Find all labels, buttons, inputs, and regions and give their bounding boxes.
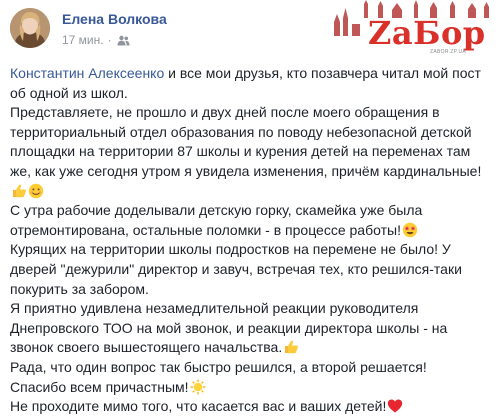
- paragraph-text: Не проходите мимо того, что касается вас…: [10, 398, 387, 415]
- post-paragraph: Представляете, не прошло и двух дней пос…: [10, 103, 490, 201]
- post-paragraph: Константин Алексеенко и все мои друзья, …: [10, 64, 490, 103]
- author-name[interactable]: Елена Волкова: [62, 11, 167, 27]
- paragraph-text: Курящих на территории школы подростков н…: [10, 241, 462, 297]
- paragraph-text: Представляете, не прошло и двух дней пос…: [10, 104, 482, 179]
- logo-subtext: ZABOR.ZP.UA: [430, 49, 466, 55]
- smiling-face-emoji: [28, 183, 44, 198]
- post-paragraph: Спасибо всем причастным!: [10, 378, 490, 398]
- post-paragraph: Я приятно удивлена незамедлительной реак…: [10, 299, 490, 358]
- post-paragraph: Курящих на территории школы подростков н…: [10, 240, 490, 299]
- logo-text: ZaБор: [368, 14, 486, 52]
- meta-separator: ·: [107, 33, 112, 47]
- post-paragraph: С утра рабочие доделывали детскую горку,…: [10, 201, 490, 240]
- post-body: Константин Алексеенко и все мои друзья, …: [10, 64, 490, 417]
- post-timestamp[interactable]: 17 мин.: [62, 33, 104, 47]
- facebook-post: Елена Волкова 17 мин. · ZaБор ZABOR.ZP.U…: [0, 0, 496, 418]
- post-paragraph: Рада, что один вопрос так быстро решился…: [10, 358, 490, 378]
- post-paragraph: Не проходите мимо того, что касается вас…: [10, 397, 490, 417]
- red-heart-emoji: [388, 399, 403, 413]
- paragraph-text: С утра рабочие доделывали детскую горку,…: [10, 202, 423, 238]
- paragraph-text: Я приятно удивлена незамедлительной реак…: [10, 300, 448, 356]
- mention-link[interactable]: Константин Алексеенко: [10, 65, 164, 81]
- paragraph-text: Спасибо всем причастным!: [10, 378, 189, 395]
- friends-icon[interactable]: [117, 35, 130, 46]
- thumbs-up-emoji: [13, 184, 26, 197]
- paragraph-text: Рада, что один вопрос так быстро решился…: [10, 358, 427, 375]
- zabor-logo: ZaБор ZABOR.ZP.UA: [330, 0, 496, 58]
- avatar-photo-icon: [10, 8, 50, 48]
- avatar[interactable]: [10, 8, 50, 48]
- sun-emoji: [190, 379, 206, 394]
- star-struck-emoji: [402, 222, 418, 237]
- post-meta: 17 мин. ·: [62, 33, 130, 47]
- thumbs-up-emoji: [285, 340, 299, 354]
